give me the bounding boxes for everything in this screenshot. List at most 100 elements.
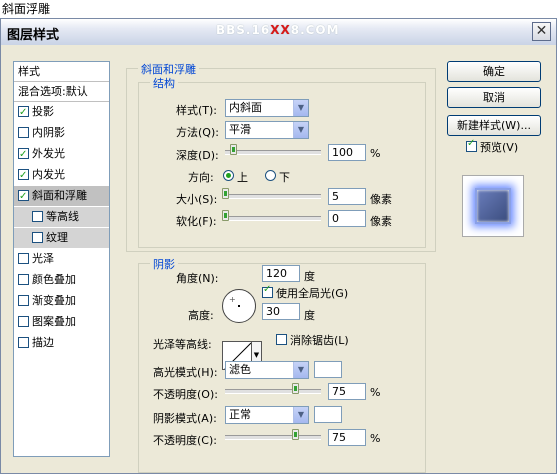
size-unit: 像素 (370, 193, 392, 206)
watermark: BBS.16XX8.COM (216, 23, 340, 37)
style-item-label: 内阴影 (32, 126, 65, 139)
style-item[interactable]: 纹理 (14, 228, 109, 248)
soften-slider-track[interactable] (225, 216, 321, 221)
altitude-label: 高度: (188, 309, 214, 322)
chevron-down-icon: ▼ (293, 407, 308, 423)
global-light-checkbox[interactable] (262, 284, 273, 298)
style-item[interactable]: 投影 (14, 102, 109, 123)
styles-header[interactable]: 样式 (14, 62, 109, 82)
style-item[interactable]: 外发光 (14, 144, 109, 165)
style-item[interactable]: 内阴影 (14, 123, 109, 143)
direction-up-radio[interactable] (223, 170, 234, 181)
highlight-opacity-thumb[interactable] (292, 383, 299, 394)
angle-dial[interactable]: + (222, 289, 256, 323)
highlight-opacity-unit: % (370, 386, 381, 399)
style-item-label: 渐变叠加 (32, 294, 76, 307)
style-select-value: 内斜面 (229, 101, 262, 114)
watermark-prefix: BBS.16 (216, 23, 271, 37)
soften-input[interactable]: 0 (328, 210, 366, 227)
shadow-opacity-thumb[interactable] (292, 429, 299, 440)
styles-header-label: 样式 (18, 65, 40, 78)
style-item[interactable]: 颜色叠加 (14, 270, 109, 290)
style-item-checkbox[interactable] (18, 253, 29, 264)
size-slider-track[interactable] (225, 194, 321, 199)
style-item[interactable]: 渐变叠加 (14, 291, 109, 311)
chevron-down-icon: ▼ (293, 100, 308, 116)
cancel-button[interactable]: 取消 (447, 87, 541, 108)
angle-input[interactable]: 120 (262, 265, 300, 282)
highlight-opacity-track[interactable] (225, 389, 321, 394)
angle-label: 角度(N): (176, 272, 219, 285)
style-item-label: 图案叠加 (32, 315, 76, 328)
soften-slider-thumb[interactable] (222, 210, 229, 221)
style-item[interactable]: 内发光 (14, 165, 109, 186)
preview-label: 预览(V) (480, 141, 519, 154)
style-item[interactable]: 等高线 (14, 207, 109, 227)
highlight-mode-label: 高光模式(H): (153, 366, 218, 379)
shadow-mode-select[interactable]: 正常 ▼ (225, 406, 309, 424)
chevron-down-icon: ▼ (253, 351, 260, 359)
antialias-label: 消除锯齿(L) (290, 334, 349, 347)
direction-label: 方向: (188, 171, 214, 184)
highlight-opacity-label: 不透明度(O): (153, 388, 218, 401)
blending-options[interactable]: 混合选项:默认 (14, 82, 109, 102)
shadow-mode-label: 阴影模式(A): (153, 412, 217, 425)
style-item-label: 光泽 (32, 252, 54, 265)
shadow-color-swatch[interactable] (314, 406, 342, 423)
highlight-color-swatch[interactable] (314, 361, 342, 378)
style-item-label: 颜色叠加 (32, 273, 76, 286)
style-item-checkbox[interactable] (18, 103, 29, 123)
style-item[interactable]: 图案叠加 (14, 312, 109, 332)
size-slider-thumb[interactable] (222, 188, 229, 199)
style-item-checkbox[interactable] (18, 187, 29, 207)
shadow-opacity-label: 不透明度(C): (153, 434, 217, 447)
styles-list: 样式 混合选项:默认 投影内阴影外发光内发光斜面和浮雕等高线纹理光泽颜色叠加渐变… (13, 61, 110, 457)
chevron-down-icon: ▼ (293, 122, 308, 138)
gloss-contour-label: 光泽等高线: (153, 338, 212, 351)
size-label: 大小(S): (176, 193, 218, 206)
highlight-opacity-input[interactable]: 75 (328, 383, 366, 400)
style-label: 样式(T): (176, 104, 218, 117)
style-item-label: 外发光 (32, 147, 65, 160)
style-item-checkbox[interactable] (18, 127, 29, 138)
structure-title: 结构 (150, 75, 178, 91)
style-item[interactable]: 光泽 (14, 249, 109, 269)
altitude-unit: 度 (304, 309, 315, 322)
new-style-button[interactable]: 新建样式(W)... (447, 115, 541, 136)
soften-label: 软化(F): (176, 215, 217, 228)
shadow-opacity-track[interactable] (225, 435, 321, 440)
style-item-checkbox[interactable] (18, 337, 29, 348)
style-item-checkbox[interactable] (18, 274, 29, 285)
global-light-label: 使用全局光(G) (276, 287, 349, 300)
dialog-title: 图层样式 (7, 28, 60, 43)
close-button[interactable]: ✕ (532, 22, 551, 41)
highlight-mode-select[interactable]: 滤色 ▼ (225, 361, 309, 379)
style-item-checkbox[interactable] (32, 232, 43, 243)
direction-down-radio[interactable] (265, 170, 276, 181)
style-item-checkbox[interactable] (18, 145, 29, 165)
altitude-input[interactable]: 30 (262, 303, 300, 320)
style-item[interactable]: 斜面和浮雕 (14, 186, 109, 207)
preview-checkbox[interactable] (466, 138, 477, 152)
chevron-down-icon: ▼ (293, 362, 308, 378)
style-item-checkbox[interactable] (18, 316, 29, 327)
style-item-checkbox[interactable] (18, 166, 29, 186)
style-select[interactable]: 内斜面 ▼ (225, 99, 309, 117)
depth-slider-track[interactable] (225, 150, 321, 155)
style-item-checkbox[interactable] (18, 295, 29, 306)
soften-unit: 像素 (370, 215, 392, 228)
depth-slider-thumb[interactable] (230, 144, 237, 155)
ok-button[interactable]: 确定 (447, 61, 541, 82)
size-input[interactable]: 5 (328, 188, 366, 205)
style-item-label: 斜面和浮雕 (32, 189, 87, 202)
depth-input[interactable]: 100 (328, 144, 366, 161)
watermark-x: XX (270, 23, 291, 37)
technique-select[interactable]: 平滑 ▼ (225, 121, 309, 139)
layer-style-dialog: 图层样式 BBS.16XX8.COM ✕ 样式 混合选项:默认 投影内阴影外发光… (0, 18, 557, 474)
technique-label: 方法(Q): (176, 126, 219, 139)
style-item[interactable]: 描边 (14, 333, 109, 353)
style-item-checkbox[interactable] (32, 211, 43, 222)
title-bar[interactable]: 图层样式 BBS.16XX8.COM ✕ (1, 19, 556, 45)
antialias-checkbox[interactable] (276, 334, 287, 345)
shadow-opacity-input[interactable]: 75 (328, 429, 366, 446)
